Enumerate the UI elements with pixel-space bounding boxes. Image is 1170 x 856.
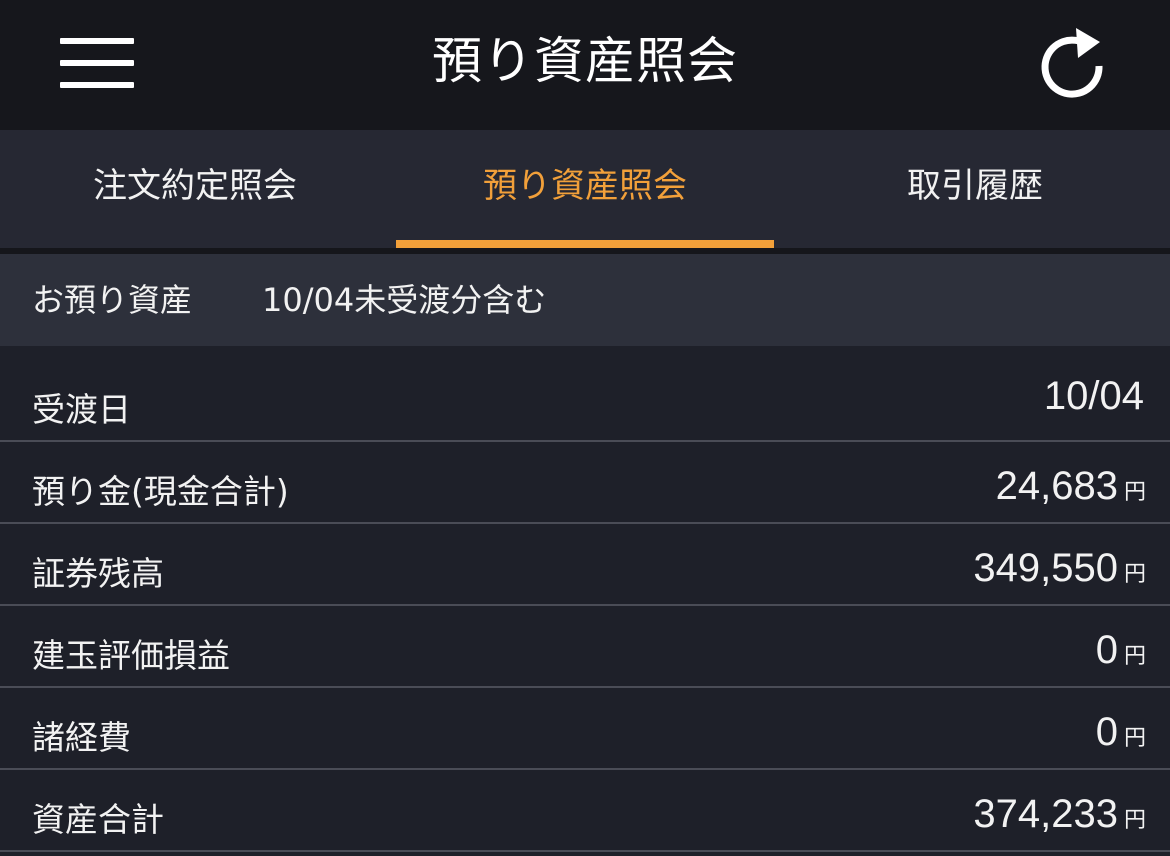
row-value: 0 <box>1095 628 1118 672</box>
row-label: 証券残高 <box>32 554 164 593</box>
top-header: 預り資産照会 <box>0 0 1170 130</box>
row-cash-deposit: 預り金(現金合計) 24,683 円 <box>0 442 1170 524</box>
page-title: 預り資産照会 <box>432 32 738 90</box>
row-expenses: 諸経費 0円 <box>0 688 1170 770</box>
row-label: 諸経費 <box>32 718 131 757</box>
row-unit: 円 <box>1123 480 1146 505</box>
row-label: 資産合計 <box>32 800 164 839</box>
row-position-pl: 建玉評価損益 0円 <box>0 606 1170 688</box>
row-label: 預り金(現金合計) <box>32 472 289 511</box>
section-note: 10/04未受渡分含む <box>262 281 547 319</box>
section-title: お預り資産 <box>32 281 193 319</box>
row-value-group: 24,683 円 <box>996 460 1146 512</box>
row-unit: 円 <box>1123 562 1146 587</box>
row-settlement-date: 受渡日 10/04 <box>0 360 1170 442</box>
row-unit: 円 <box>1123 644 1146 669</box>
row-value-group: 0円 <box>1096 624 1146 676</box>
hamburger-menu-icon[interactable] <box>52 30 142 96</box>
menu-line <box>60 60 134 66</box>
row-value: 10/04 <box>1043 374 1144 418</box>
asset-list: 受渡日 10/04 預り金(現金合計) 24,683 円 証券残高 349,550… <box>0 360 1170 852</box>
row-total-assets: 資産合計 374,233 円 <box>0 770 1170 852</box>
active-tab-indicator <box>396 240 774 248</box>
section-header: お預り資産 10/04未受渡分含む <box>0 254 1170 346</box>
row-value: 24,683 <box>995 464 1118 508</box>
row-label: 受渡日 <box>32 390 131 429</box>
row-securities-balance: 証券残高 349,550 円 <box>0 524 1170 606</box>
tab-asset-inquiry[interactable]: 預り資産照会 <box>396 130 774 248</box>
app-root: 預り資産照会 注文約定照会 預り資産照会 取引履歴 お預り資産 10/04未受渡… <box>0 0 1170 856</box>
tab-order-execution[interactable]: 注文約定照会 <box>0 130 390 248</box>
row-unit: 円 <box>1123 726 1146 751</box>
row-value-group: 349,550 円 <box>973 542 1146 594</box>
row-value: 349,550 <box>973 546 1118 590</box>
row-value: 374,233 <box>973 792 1118 836</box>
menu-line <box>60 82 134 88</box>
row-unit: 円 <box>1123 808 1146 833</box>
row-value: 0 <box>1095 710 1118 754</box>
row-label: 建玉評価損益 <box>32 636 230 675</box>
tab-bar: 注文約定照会 預り資産照会 取引履歴 <box>0 130 1170 248</box>
row-value-group: 10/04 <box>1044 370 1144 422</box>
refresh-icon[interactable] <box>1030 22 1114 106</box>
row-value-group: 374,233 円 <box>973 788 1146 840</box>
row-value-group: 0円 <box>1096 706 1146 758</box>
menu-line <box>60 38 134 44</box>
tab-trade-history[interactable]: 取引履歴 <box>780 130 1170 248</box>
